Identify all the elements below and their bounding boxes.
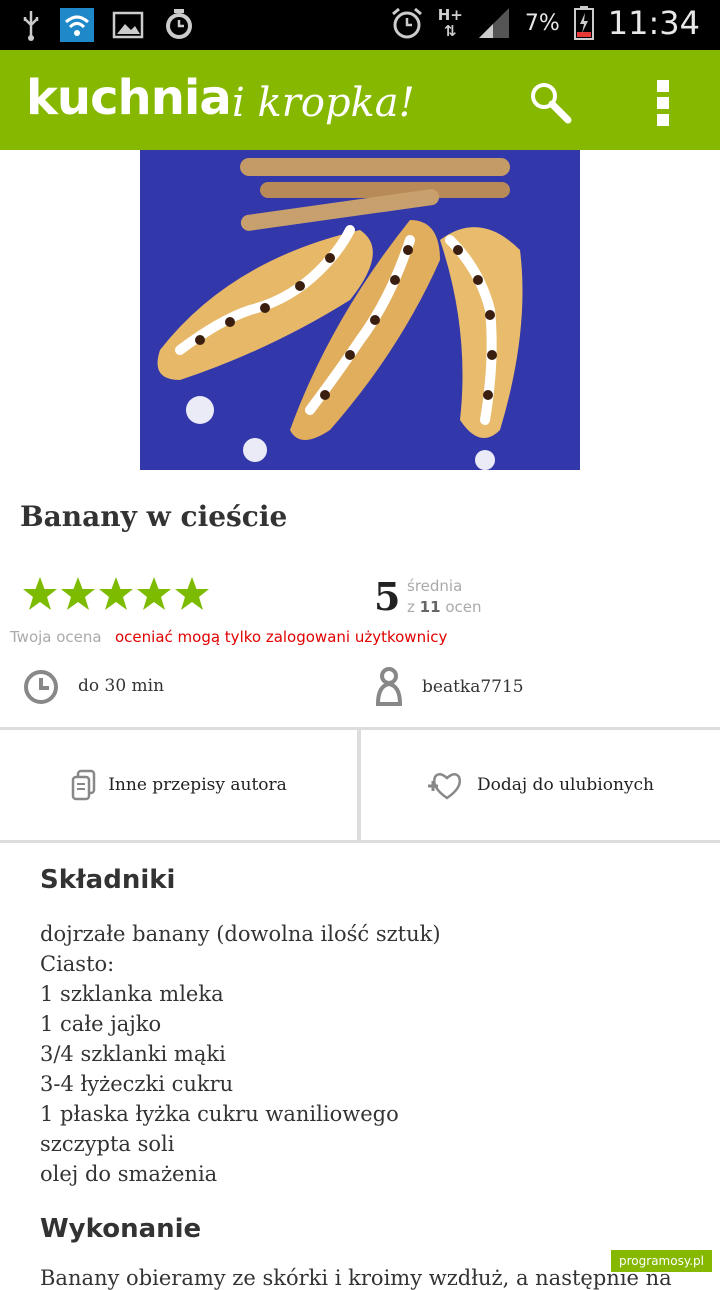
ingredient-item: 1 płaska łyżka cukru waniliowego — [40, 1102, 399, 1126]
battery-percent: 7% — [524, 10, 560, 36]
recipe-cards-icon — [71, 769, 96, 801]
signal-icon — [478, 8, 509, 38]
other-recipes-button[interactable]: Inne przepisy autora — [0, 730, 357, 840]
ingredient-item: szczypta soli — [40, 1132, 175, 1156]
usb-icon — [23, 11, 39, 41]
ingredient-item: Ciasto: — [40, 952, 115, 976]
star-icon[interactable] — [22, 574, 58, 614]
status-left-icons — [20, 8, 196, 42]
ingredient-item: 3/4 szklanki mąki — [40, 1042, 226, 1066]
add-favorite-button[interactable]: Dodaj do ulubionych — [361, 730, 718, 840]
ingredients-section: Składniki dojrzałe banany (dowolna ilość… — [40, 865, 690, 1189]
watermark: programosy.pl — [611, 1250, 712, 1272]
your-rating-label: Twoja ocena — [10, 628, 102, 646]
preparation-heading: Wykonanie — [40, 1214, 202, 1244]
brand-logo[interactable]: kuchnia — [26, 70, 232, 126]
ingredient-item: olej do smażenia — [40, 1162, 218, 1186]
rating-count: z 11 ocen — [407, 598, 482, 616]
ingredient-item: dojrzałe banany (dowolna ilość sztuk) — [40, 922, 441, 946]
action-bar: Inne przepisy autora Dodaj do ulubionych — [0, 727, 720, 843]
clock-icon — [24, 670, 58, 704]
status-bar: H+ ⇅ 7% 11:34 — [0, 0, 720, 50]
alarm-clock-icon — [391, 7, 422, 39]
recipe-title: Banany w cieście — [20, 500, 288, 533]
add-favorite-label: Dodaj do ulubionych — [477, 775, 654, 795]
search-icon — [531, 83, 572, 124]
clock-time: 11:34 — [607, 4, 700, 42]
star-icon[interactable] — [98, 574, 134, 614]
battery-charging-icon — [573, 6, 594, 40]
author-name[interactable]: beatka7715 — [422, 677, 524, 697]
other-recipes-label: Inne przepisy autora — [108, 775, 287, 795]
recipe-photo — [140, 150, 580, 470]
heart-plus-icon — [428, 773, 461, 800]
status-right-icons: H+ ⇅ 7% 11:34 — [390, 4, 700, 42]
star-icon[interactable] — [60, 574, 96, 614]
preparation-text: Banany obieramy ze skórki i kroimy wzdłu… — [40, 1266, 672, 1290]
overflow-menu-button[interactable] — [650, 78, 678, 128]
ingredient-item: 1 szklanka mleka — [40, 982, 224, 1006]
star-icon[interactable] — [174, 574, 210, 614]
login-required-note: oceniać mogą tylko zalogowani użytkownic… — [115, 628, 448, 646]
brand-tagline: i kropka! — [232, 80, 415, 126]
alarm-icon — [166, 9, 192, 39]
ingredients-list: dojrzałe banany (dowolna ilość sztuk) Ci… — [40, 919, 690, 1189]
average-label: średnia — [407, 577, 463, 595]
network-type: H+ ⇅ — [437, 6, 463, 40]
app-bar: kuchnia i kropka! — [0, 50, 720, 150]
ingredient-item: 3-4 łyżeczki cukru — [40, 1072, 234, 1096]
average-rating: 5 — [374, 574, 401, 619]
user-icon — [375, 667, 403, 706]
ingredients-heading: Składniki — [40, 865, 176, 895]
ingredient-item: 1 całe jajko — [40, 1012, 162, 1036]
rating-stars[interactable] — [22, 574, 210, 614]
prep-time: do 30 min — [78, 676, 165, 696]
search-button[interactable] — [526, 78, 576, 128]
gallery-icon — [112, 11, 144, 39]
wifi-icon — [60, 8, 94, 42]
star-icon[interactable] — [136, 574, 172, 614]
